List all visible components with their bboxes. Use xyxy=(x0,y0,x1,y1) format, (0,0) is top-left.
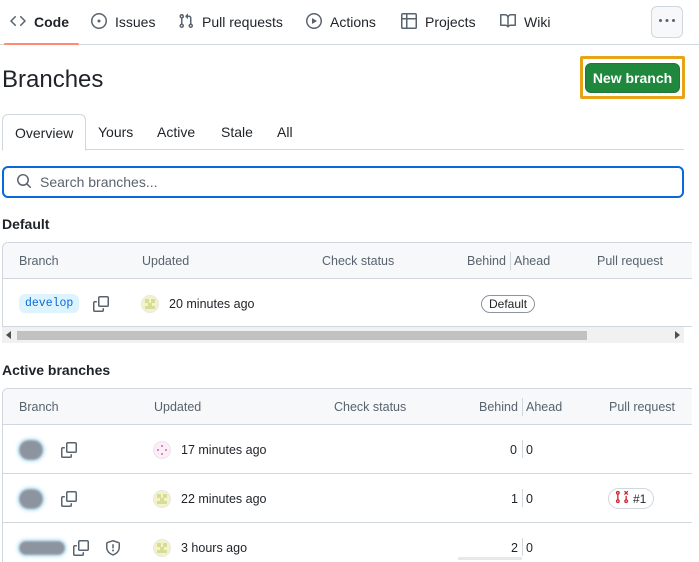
copy-icon[interactable] xyxy=(73,523,89,562)
table-icon xyxy=(401,12,417,32)
search-input[interactable] xyxy=(40,174,640,190)
default-branch-table: Branch Updated Check status Behind Ahead… xyxy=(2,242,692,327)
subtab-active[interactable]: Active xyxy=(157,114,195,150)
branch-name-link[interactable]: develop xyxy=(19,294,80,313)
scrollbar-thumb[interactable] xyxy=(17,331,587,340)
ahead-count: 0 xyxy=(526,540,533,555)
behind-count: 0 xyxy=(510,442,517,457)
tab-issues-label: Issues xyxy=(115,14,156,30)
updated-time: 22 minutes ago xyxy=(181,491,267,506)
pull-request-number: #1 xyxy=(633,491,647,506)
column-divider xyxy=(522,440,523,458)
copy-icon[interactable] xyxy=(61,425,77,474)
more-menu-button[interactable] xyxy=(651,6,683,38)
tab-pull-requests-label: Pull requests xyxy=(202,14,283,30)
subtab-overview[interactable]: Overview xyxy=(2,114,87,151)
avatar[interactable] xyxy=(153,489,171,508)
shield-icon[interactable] xyxy=(105,523,121,562)
tab-wiki-label: Wiki xyxy=(524,14,551,30)
active-branches-title: Active branches xyxy=(2,362,111,378)
tab-actions-label: Actions xyxy=(330,14,376,30)
search-box xyxy=(2,166,684,198)
tab-projects[interactable]: Projects xyxy=(401,0,476,44)
search-icon xyxy=(16,173,32,192)
tab-code-label: Code xyxy=(34,14,69,30)
scroll-left-icon[interactable] xyxy=(6,331,11,339)
subtab-yours[interactable]: Yours xyxy=(98,114,133,150)
header-branch: Branch xyxy=(19,254,59,268)
subtab-all[interactable]: All xyxy=(277,114,293,150)
copy-icon[interactable] xyxy=(93,279,109,326)
ahead-count: 0 xyxy=(526,491,533,506)
avatar[interactable] xyxy=(153,538,171,557)
ahead-count: 0 xyxy=(526,442,533,457)
tab-wiki[interactable]: Wiki xyxy=(500,0,550,44)
behind-count: 2 xyxy=(511,540,518,555)
header-check-status: Check status xyxy=(322,254,395,268)
header-branch: Branch xyxy=(19,400,59,414)
branch-filter-tabs: Overview Yours Active Stale All xyxy=(2,114,684,151)
header-pull-request: Pull request xyxy=(609,400,676,414)
header-behind: Behind xyxy=(467,254,506,268)
git-pull-request-closed-icon xyxy=(615,490,629,507)
branch-name-link[interactable] xyxy=(19,540,65,555)
active-branches-table: Branch Updated Check status Behind Ahead… xyxy=(2,388,692,562)
column-divider xyxy=(522,489,523,507)
default-section-title: Default xyxy=(2,216,50,232)
column-divider xyxy=(522,398,523,416)
page-title: Branches xyxy=(2,66,104,93)
tab-actions[interactable]: Actions xyxy=(306,0,376,44)
updated-time: 3 hours ago xyxy=(181,540,248,555)
kebab-horizontal-icon xyxy=(659,13,675,32)
behind-count: 1 xyxy=(511,491,518,506)
branch-name-link[interactable] xyxy=(19,488,43,509)
column-divider xyxy=(522,538,523,556)
header-updated: Updated xyxy=(142,254,190,268)
git-pull-request-icon xyxy=(178,13,194,32)
header-ahead: Ahead xyxy=(514,254,551,268)
header-updated: Updated xyxy=(154,400,202,414)
updated-time: 20 minutes ago xyxy=(169,296,255,311)
table-row: 3 hours ago 2 0 xyxy=(3,523,692,562)
table-row: develop 20 minutes ago Default xyxy=(3,279,692,326)
new-branch-button[interactable]: New branch xyxy=(585,63,680,93)
code-icon xyxy=(10,13,26,32)
copy-icon[interactable] xyxy=(61,474,77,523)
play-icon xyxy=(306,12,322,32)
tab-pull-requests[interactable]: Pull requests xyxy=(178,0,283,44)
pull-request-badge[interactable]: #1 xyxy=(608,488,655,509)
horizontal-scrollbar[interactable] xyxy=(2,327,684,343)
tab-projects-label: Projects xyxy=(425,14,476,30)
header-behind: Behind xyxy=(479,400,518,414)
scroll-right-icon[interactable] xyxy=(675,331,680,339)
header-pull-request: Pull request xyxy=(597,254,664,268)
repo-navigation: Code Issues Pull requests Actions Projec… xyxy=(0,0,699,45)
column-divider xyxy=(510,252,511,270)
default-badge: Default xyxy=(481,294,536,313)
issue-opened-icon xyxy=(91,12,107,32)
avatar[interactable] xyxy=(153,440,171,459)
tab-issues[interactable]: Issues xyxy=(91,0,155,44)
table-header: Branch Updated Check status Behind Ahead… xyxy=(3,243,692,279)
avatar[interactable] xyxy=(141,294,159,313)
subtab-stale[interactable]: Stale xyxy=(221,114,253,150)
table-header: Branch Updated Check status Behind Ahead… xyxy=(3,389,692,425)
branch-name-link[interactable] xyxy=(19,439,43,460)
book-icon xyxy=(500,13,517,32)
new-branch-highlight: New branch xyxy=(580,56,685,99)
table-row: 17 minutes ago 0 0 xyxy=(3,425,692,474)
tab-code[interactable]: Code xyxy=(4,0,79,45)
header-ahead: Ahead xyxy=(526,400,563,414)
table-row: 22 minutes ago 1 0 #1 xyxy=(3,474,692,523)
header-check-status: Check status xyxy=(334,400,407,414)
updated-time: 17 minutes ago xyxy=(181,442,267,457)
